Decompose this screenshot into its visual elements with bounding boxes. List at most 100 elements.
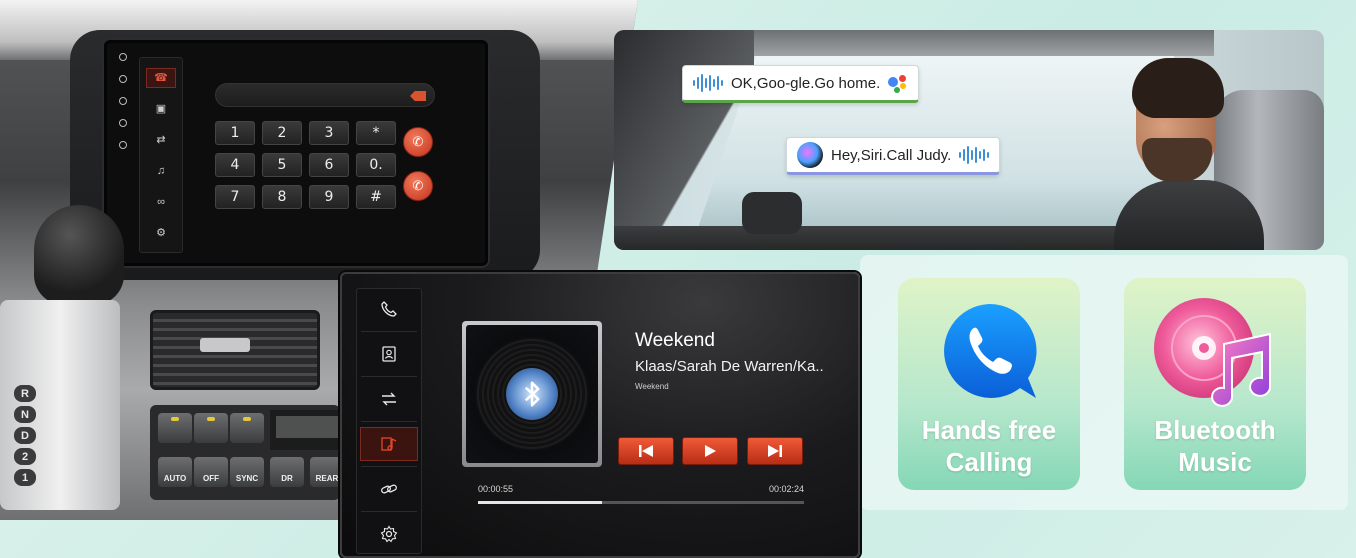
dr-label: DR [281, 474, 293, 483]
contacts-icon [382, 345, 396, 362]
hangup-button[interactable]: ✆ [403, 171, 433, 201]
driver-body [1114, 180, 1264, 250]
music-disc-icon [1154, 298, 1272, 407]
music-icon[interactable]: ♫ [146, 161, 176, 181]
front-defrost-button[interactable] [194, 413, 228, 443]
bluetooth-music-title: Bluetooth Music [1154, 414, 1275, 478]
song-artist: Klaas/Sarah De Warren/Ka.. [635, 358, 824, 375]
off-label: OFF [203, 474, 219, 483]
call-button[interactable]: ✆ [403, 127, 433, 157]
divider [361, 375, 417, 377]
dial-key[interactable]: 7 [215, 185, 255, 209]
settings-icon[interactable]: ⚙ [146, 223, 176, 243]
auto-button[interactable]: AUTO [158, 457, 192, 487]
sidebar-item-music[interactable] [360, 426, 418, 461]
driver [1114, 52, 1264, 250]
player-sidebar [356, 288, 422, 554]
contacts-icon[interactable]: ▣ [146, 99, 176, 119]
dial-key[interactable]: * [356, 121, 396, 145]
dial-key[interactable]: 0. [356, 153, 396, 177]
dial-key[interactable]: 5 [262, 153, 302, 177]
google-voice-bubble: OK,Goo-gle.Go home. [682, 65, 920, 103]
home-icon[interactable] [119, 75, 127, 83]
gear-label: R [14, 385, 36, 402]
album-art [462, 321, 602, 467]
gear-label: D [14, 427, 36, 444]
air-vent-tab [200, 338, 250, 352]
phone-chat-icon [944, 303, 1037, 398]
song-album: Weekend [635, 382, 669, 391]
driver-temp-button[interactable]: DR [270, 457, 304, 487]
dial-key[interactable]: 4 [215, 153, 255, 177]
google-command-text: OK,Goo-gle.Go home. [731, 74, 881, 92]
dial-key[interactable]: 9 [309, 185, 349, 209]
song-title: Weekend [635, 330, 715, 351]
dial-key[interactable]: # [356, 185, 396, 209]
sidebar-item-settings[interactable] [360, 517, 418, 551]
sync-label: SYNC [235, 474, 259, 483]
volume-down-icon[interactable] [119, 141, 127, 149]
head-unit-sidebar: ☎ ▣ ⇄ ♫ ∞ ⚙ [139, 57, 183, 253]
link-icon[interactable]: ∞ [146, 192, 176, 212]
transfer-icon[interactable]: ⇄ [146, 130, 176, 150]
gear-label: 2 [14, 448, 36, 465]
siri-voice-bubble: Hey,Siri.Call Judy. [786, 137, 1001, 175]
dial-number-display[interactable] [215, 83, 435, 107]
settings-icon [380, 524, 398, 542]
sidebar-item-link[interactable] [360, 472, 418, 506]
feature-title-line: Hands free [921, 415, 1057, 445]
power-icon[interactable] [119, 53, 127, 61]
divider [361, 330, 417, 332]
sync-button[interactable]: SYNC [230, 457, 264, 487]
sidebar-item-transfer[interactable] [360, 382, 418, 416]
gear-knob [34, 205, 124, 305]
play-icon [705, 445, 716, 457]
transfer-icon [382, 392, 396, 405]
voice-wave-icon [693, 74, 723, 92]
divider [361, 465, 417, 467]
off-button[interactable]: OFF [194, 457, 228, 487]
head-unit-screen: ☎ ▣ ⇄ ♫ ∞ ⚙ 1 2 3 * 4 5 6 0. 7 8 9 # ✆ ✆ [104, 40, 488, 266]
rear-defrost-button[interactable] [158, 413, 192, 443]
divider [361, 510, 417, 512]
divider [361, 420, 417, 422]
sidebar-item-phone[interactable] [360, 292, 418, 326]
hands-free-calling-title: Hands free Calling [922, 414, 1056, 478]
gear-position-labels: R N D 2 1 [14, 385, 36, 486]
side-mirror [742, 192, 802, 234]
dial-key[interactable]: 1 [215, 121, 255, 145]
total-duration: 00:02:24 [769, 484, 805, 494]
sidebar-item-contacts[interactable] [360, 337, 418, 371]
feature-title-line: Music [1178, 447, 1252, 477]
auto-label: AUTO [163, 474, 187, 483]
dial-key[interactable]: 3 [309, 121, 349, 145]
dial-key[interactable]: 8 [262, 185, 302, 209]
gear-label: N [14, 406, 36, 423]
back-icon[interactable] [119, 97, 127, 105]
dial-key[interactable]: 6 [309, 153, 349, 177]
album-art-background [466, 325, 598, 463]
phone-icon [381, 300, 397, 317]
dial-key[interactable]: 2 [262, 121, 302, 145]
previous-button[interactable] [618, 437, 674, 465]
recirculate-button[interactable] [230, 413, 264, 443]
rear-button[interactable]: REAR [310, 457, 344, 487]
driver-beard [1142, 138, 1212, 182]
phone-icon[interactable]: ☎ [146, 67, 176, 88]
driver-hair [1132, 58, 1224, 118]
progress-bar[interactable] [478, 501, 804, 504]
skip-next-icon [768, 445, 782, 457]
skip-previous-icon [639, 445, 653, 457]
siri-icon [797, 142, 823, 168]
music-icon [381, 436, 397, 451]
next-button[interactable] [747, 437, 803, 465]
google-assistant-icon [888, 73, 908, 93]
voice-wave-icon [959, 146, 990, 164]
backspace-icon[interactable] [410, 91, 426, 101]
volume-up-icon[interactable] [119, 119, 127, 127]
dashboard [614, 226, 1134, 250]
play-button[interactable] [682, 437, 738, 465]
rear-label: REAR [315, 474, 339, 483]
music-player-screen: Weekend Klaas/Sarah De Warren/Ka.. Weeke… [340, 272, 860, 558]
feature-title-line: Bluetooth [1154, 415, 1276, 445]
